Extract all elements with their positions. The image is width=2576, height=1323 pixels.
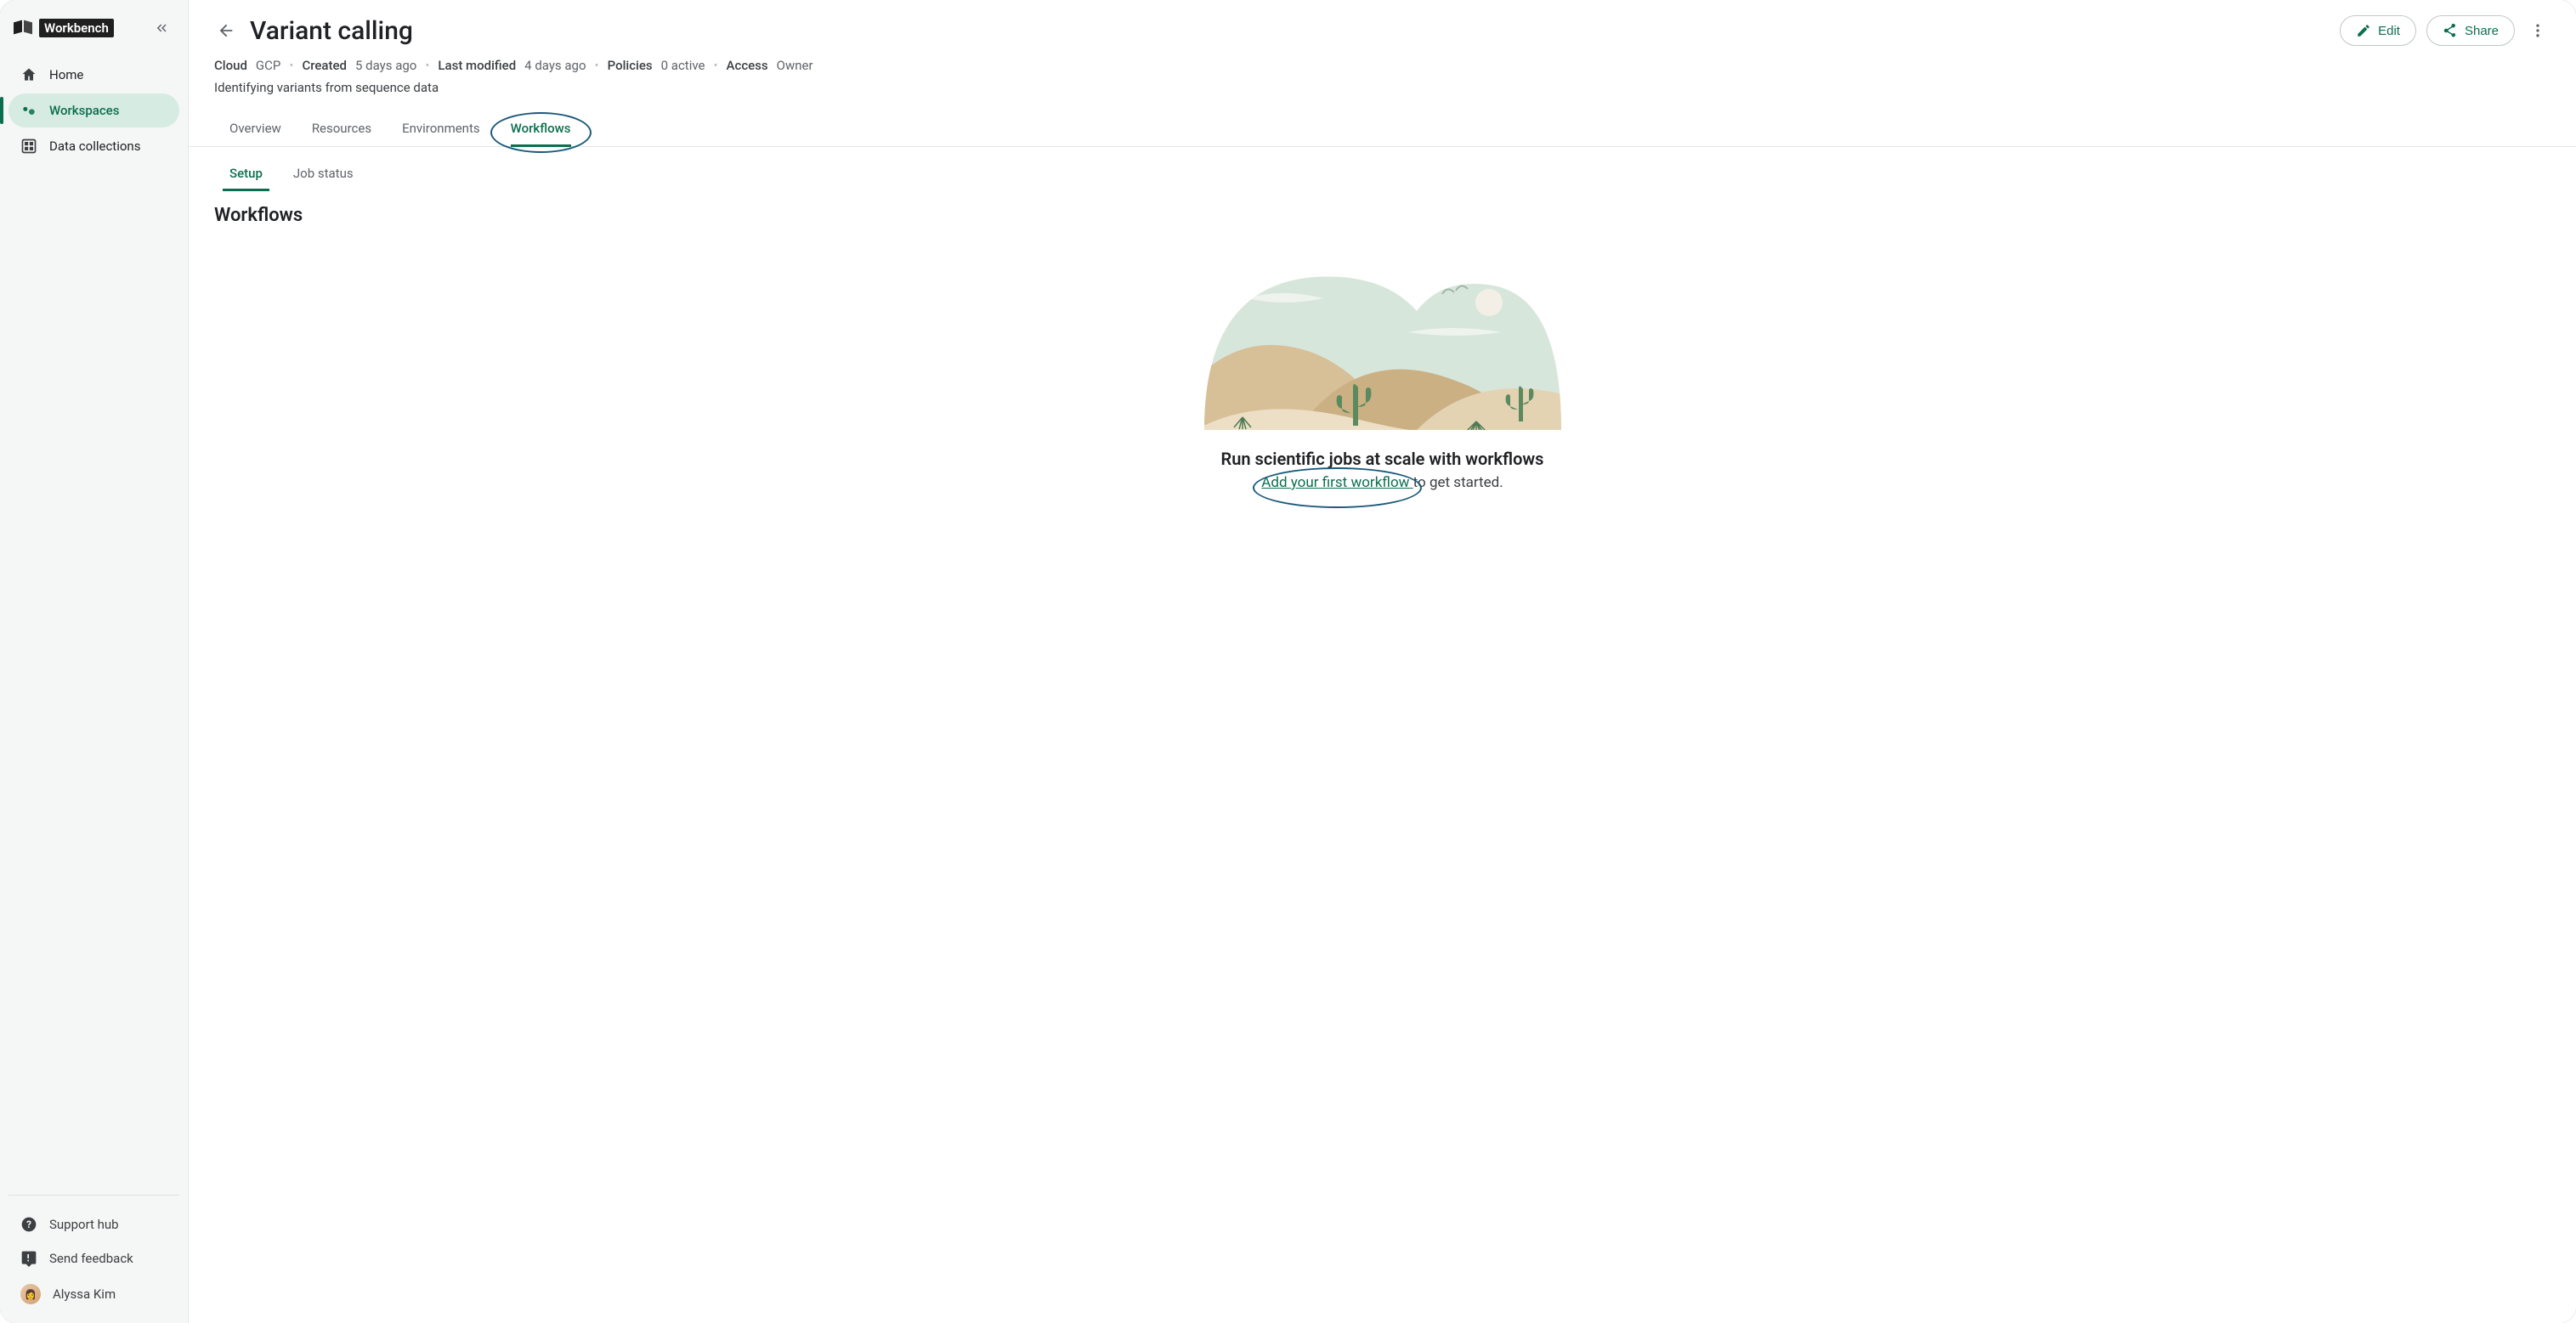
tab-label: Environments bbox=[402, 121, 480, 136]
link-text: Add your first workflow bbox=[1261, 474, 1409, 491]
title-row: Variant calling Edit Share bbox=[214, 15, 2551, 46]
subtab-job-status[interactable]: Job status bbox=[293, 159, 354, 188]
tab-environments[interactable]: Environments bbox=[402, 110, 480, 146]
chevron-double-left-icon bbox=[154, 20, 169, 36]
pencil-icon bbox=[2356, 23, 2371, 38]
tab-overview[interactable]: Overview bbox=[229, 110, 281, 146]
support-hub-label: Support hub bbox=[49, 1217, 119, 1232]
sidebar-footer: ? Support hub Send feedback 👩 Alyssa Kim bbox=[8, 1195, 179, 1313]
feedback-icon bbox=[20, 1250, 37, 1267]
edit-label: Edit bbox=[2378, 24, 2400, 38]
more-menu-button[interactable] bbox=[2525, 18, 2551, 43]
user-profile-link[interactable]: 👩 Alyssa Kim bbox=[8, 1275, 179, 1313]
arrow-left-icon bbox=[217, 21, 235, 40]
home-icon bbox=[20, 66, 37, 83]
empty-state: Run scientific jobs at scale with workfl… bbox=[214, 252, 2551, 491]
meta-row: Cloud GCP • Created 5 days ago • Last mo… bbox=[214, 58, 2551, 73]
grid-icon bbox=[20, 138, 37, 155]
meta-cloud-value: GCP bbox=[256, 58, 280, 73]
subtab-setup[interactable]: Setup bbox=[229, 159, 263, 188]
sidebar-item-label: Data collections bbox=[49, 139, 140, 154]
logo[interactable]: Workbench bbox=[14, 19, 114, 37]
subtab-label: Setup bbox=[229, 166, 263, 181]
back-button[interactable] bbox=[214, 19, 238, 42]
tab-resources[interactable]: Resources bbox=[312, 110, 371, 146]
tab-label: Resources bbox=[312, 121, 371, 136]
share-button[interactable]: Share bbox=[2426, 15, 2515, 46]
title-left: Variant calling bbox=[214, 16, 413, 46]
meta-separator: • bbox=[595, 58, 599, 73]
meta-modified-value: 4 days ago bbox=[524, 58, 586, 73]
avatar: 👩 bbox=[20, 1284, 41, 1304]
send-feedback-label: Send feedback bbox=[49, 1251, 133, 1266]
main: Variant calling Edit Share bbox=[189, 0, 2576, 1323]
sidebar: Workbench Home Workspaces bbox=[0, 0, 189, 1323]
title-actions: Edit Share bbox=[2340, 15, 2551, 46]
meta-created-label: Created bbox=[302, 58, 347, 73]
meta-access-value: Owner bbox=[777, 58, 813, 73]
meta-policies-label: Policies bbox=[608, 58, 653, 73]
collapse-sidebar-button[interactable] bbox=[149, 15, 174, 41]
nav: Home Workspaces Data collections bbox=[8, 58, 179, 1195]
subtabs: Setup Job status bbox=[214, 159, 2551, 188]
sidebar-item-label: Home bbox=[49, 67, 83, 82]
desert-illustration bbox=[1196, 252, 1570, 430]
app-frame: Workbench Home Workspaces bbox=[0, 0, 2576, 1323]
sidebar-item-home[interactable]: Home bbox=[8, 58, 179, 92]
add-first-workflow-link[interactable]: Add your first workflow bbox=[1261, 474, 1413, 491]
workspaces-icon bbox=[20, 102, 37, 119]
empty-state-subtitle: Add your first workflow to get started. bbox=[1261, 474, 1503, 491]
empty-state-suffix: to get started. bbox=[1413, 474, 1503, 491]
edit-button[interactable]: Edit bbox=[2340, 15, 2416, 46]
sidebar-item-label: Workspaces bbox=[49, 103, 119, 118]
help-icon: ? bbox=[20, 1216, 37, 1233]
header: Variant calling Edit Share bbox=[189, 0, 2576, 188]
kebab-icon bbox=[2529, 22, 2546, 39]
share-icon bbox=[2443, 23, 2458, 38]
empty-state-title: Run scientific jobs at scale with workfl… bbox=[1221, 449, 1544, 469]
sidebar-item-data-collections[interactable]: Data collections bbox=[8, 129, 179, 163]
meta-modified-label: Last modified bbox=[438, 58, 516, 73]
send-feedback-link[interactable]: Send feedback bbox=[8, 1241, 179, 1275]
meta-policies-value: 0 active bbox=[661, 58, 705, 73]
tabs: Overview Resources Environments Workflow… bbox=[189, 110, 2576, 147]
svg-text:?: ? bbox=[26, 1218, 31, 1230]
share-label: Share bbox=[2465, 24, 2499, 38]
support-hub-link[interactable]: ? Support hub bbox=[8, 1207, 179, 1241]
page-title: Variant calling bbox=[250, 16, 413, 46]
tab-label: Workflows bbox=[511, 121, 571, 136]
section-title: Workflows bbox=[214, 205, 2551, 226]
meta-cloud-label: Cloud bbox=[214, 58, 247, 73]
sidebar-item-workspaces[interactable]: Workspaces bbox=[8, 93, 179, 127]
subtab-label: Job status bbox=[293, 166, 354, 181]
tab-workflows[interactable]: Workflows bbox=[511, 110, 571, 146]
sidebar-header: Workbench bbox=[8, 15, 179, 58]
tab-label: Overview bbox=[229, 121, 281, 136]
logo-mark-icon bbox=[14, 21, 32, 35]
meta-created-value: 5 days ago bbox=[355, 58, 416, 73]
user-name: Alyssa Kim bbox=[53, 1286, 116, 1302]
workspace-description: Identifying variants from sequence data bbox=[214, 80, 2551, 95]
app-name: Workbench bbox=[39, 19, 114, 37]
meta-separator: • bbox=[425, 58, 429, 73]
meta-separator: • bbox=[713, 58, 717, 73]
content: Workflows bbox=[189, 188, 2576, 508]
meta-separator: • bbox=[289, 58, 293, 73]
meta-access-label: Access bbox=[727, 58, 768, 73]
